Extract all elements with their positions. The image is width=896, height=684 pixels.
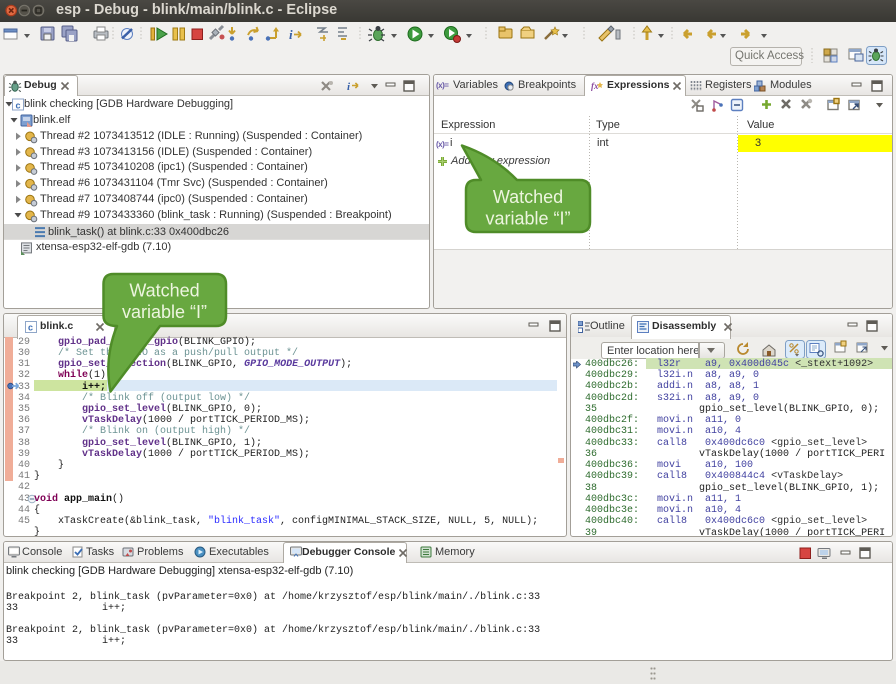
svg-text:fx: fx <box>591 81 599 91</box>
svg-text:c: c <box>16 101 21 111</box>
svg-text:c: c <box>28 323 33 333</box>
svg-text:i: i <box>289 27 293 42</box>
svg-text:i: i <box>347 81 351 93</box>
